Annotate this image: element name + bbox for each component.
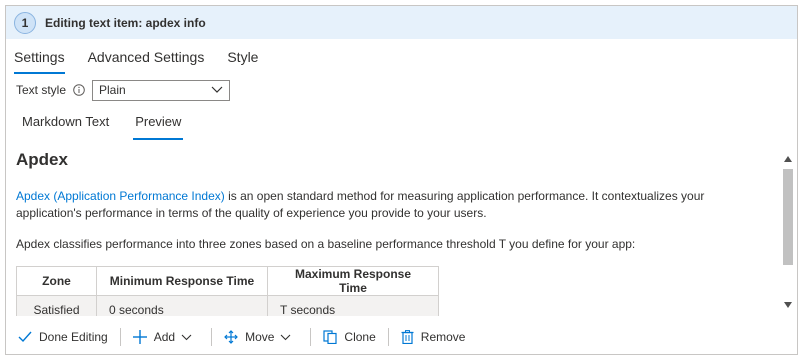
- table-header-row: Zone Minimum Response Time Maximum Respo…: [16, 266, 439, 296]
- settings-tabs: Settings Advanced Settings Style: [14, 46, 281, 74]
- tab-settings[interactable]: Settings: [14, 46, 65, 74]
- info-icon[interactable]: [73, 84, 85, 96]
- done-editing-label: Done Editing: [39, 330, 108, 344]
- preview-heading: Apdex: [16, 150, 68, 169]
- column-header: Zone: [16, 266, 97, 296]
- tab-advanced-settings[interactable]: Advanced Settings: [88, 46, 205, 74]
- move-arrows-icon: [224, 330, 238, 344]
- toolbar-divider: [119, 328, 121, 346]
- toolbar-divider: [387, 328, 389, 346]
- table-cell: 0 seconds: [96, 295, 268, 316]
- header-title: Editing text item: apdex info: [45, 15, 206, 30]
- tab-preview[interactable]: Preview: [133, 114, 184, 140]
- plus-icon: [132, 330, 147, 344]
- tab-style[interactable]: Style: [227, 46, 258, 74]
- clone-button[interactable]: Clone: [319, 325, 379, 349]
- done-editing-button[interactable]: Done Editing: [14, 325, 112, 349]
- add-button[interactable]: Add: [129, 325, 203, 349]
- remove-label: Remove: [420, 330, 466, 344]
- checkmark-icon: [18, 331, 32, 343]
- scrollbar-thumb[interactable]: [783, 169, 793, 265]
- chevron-down-icon: [181, 334, 192, 340]
- table-cell: T seconds: [267, 295, 439, 316]
- apdex-zones-table: Zone Minimum Response Time Maximum Respo…: [16, 266, 439, 316]
- preview-scrollbar[interactable]: [781, 152, 795, 312]
- text-style-row: Text style Plain: [16, 78, 231, 102]
- text-style-label: Text style: [16, 83, 67, 97]
- clone-icon: [323, 330, 338, 344]
- table-row: Satisfied 0 seconds T seconds: [16, 295, 439, 316]
- scroll-up-arrow-icon[interactable]: [781, 152, 795, 166]
- edit-header: 1 Editing text item: apdex info: [6, 6, 797, 39]
- preview-paragraph-2: Apdex classifies performance into three …: [16, 237, 636, 251]
- scroll-down-arrow-icon[interactable]: [781, 298, 795, 312]
- edit-toolbar: Done Editing Add Move Clone Remove: [6, 319, 797, 355]
- chevron-down-icon: [211, 83, 223, 97]
- text-style-dropdown[interactable]: Plain: [92, 79, 231, 101]
- move-button[interactable]: Move: [220, 325, 302, 349]
- text-style-value: Plain: [99, 83, 126, 97]
- toolbar-divider: [310, 328, 312, 346]
- chevron-down-icon: [281, 334, 291, 340]
- trash-icon: [401, 330, 414, 344]
- tab-markdown-text[interactable]: Markdown Text: [22, 114, 109, 140]
- apdex-link[interactable]: Apdex (Application Performance Index): [16, 189, 225, 203]
- remove-button[interactable]: Remove: [397, 325, 470, 349]
- column-header: Minimum Response Time: [96, 266, 268, 296]
- toolbar-divider: [211, 328, 213, 346]
- table-cell: Satisfied: [16, 295, 97, 316]
- preview-content: Apdex Apdex (Application Performance Ind…: [6, 146, 785, 316]
- add-label: Add: [153, 330, 176, 344]
- column-header: Maximum Response Time: [267, 266, 439, 296]
- text-view-tabs: Markdown Text Preview: [22, 114, 207, 140]
- edit-item-panel: 1 Editing text item: apdex info Settings…: [5, 5, 798, 355]
- step-badge: 1: [14, 11, 36, 34]
- preview-paragraph-1: Apdex (Application Performance Index) is…: [16, 188, 766, 222]
- clone-label: Clone: [344, 330, 376, 344]
- move-label: Move: [245, 330, 275, 344]
